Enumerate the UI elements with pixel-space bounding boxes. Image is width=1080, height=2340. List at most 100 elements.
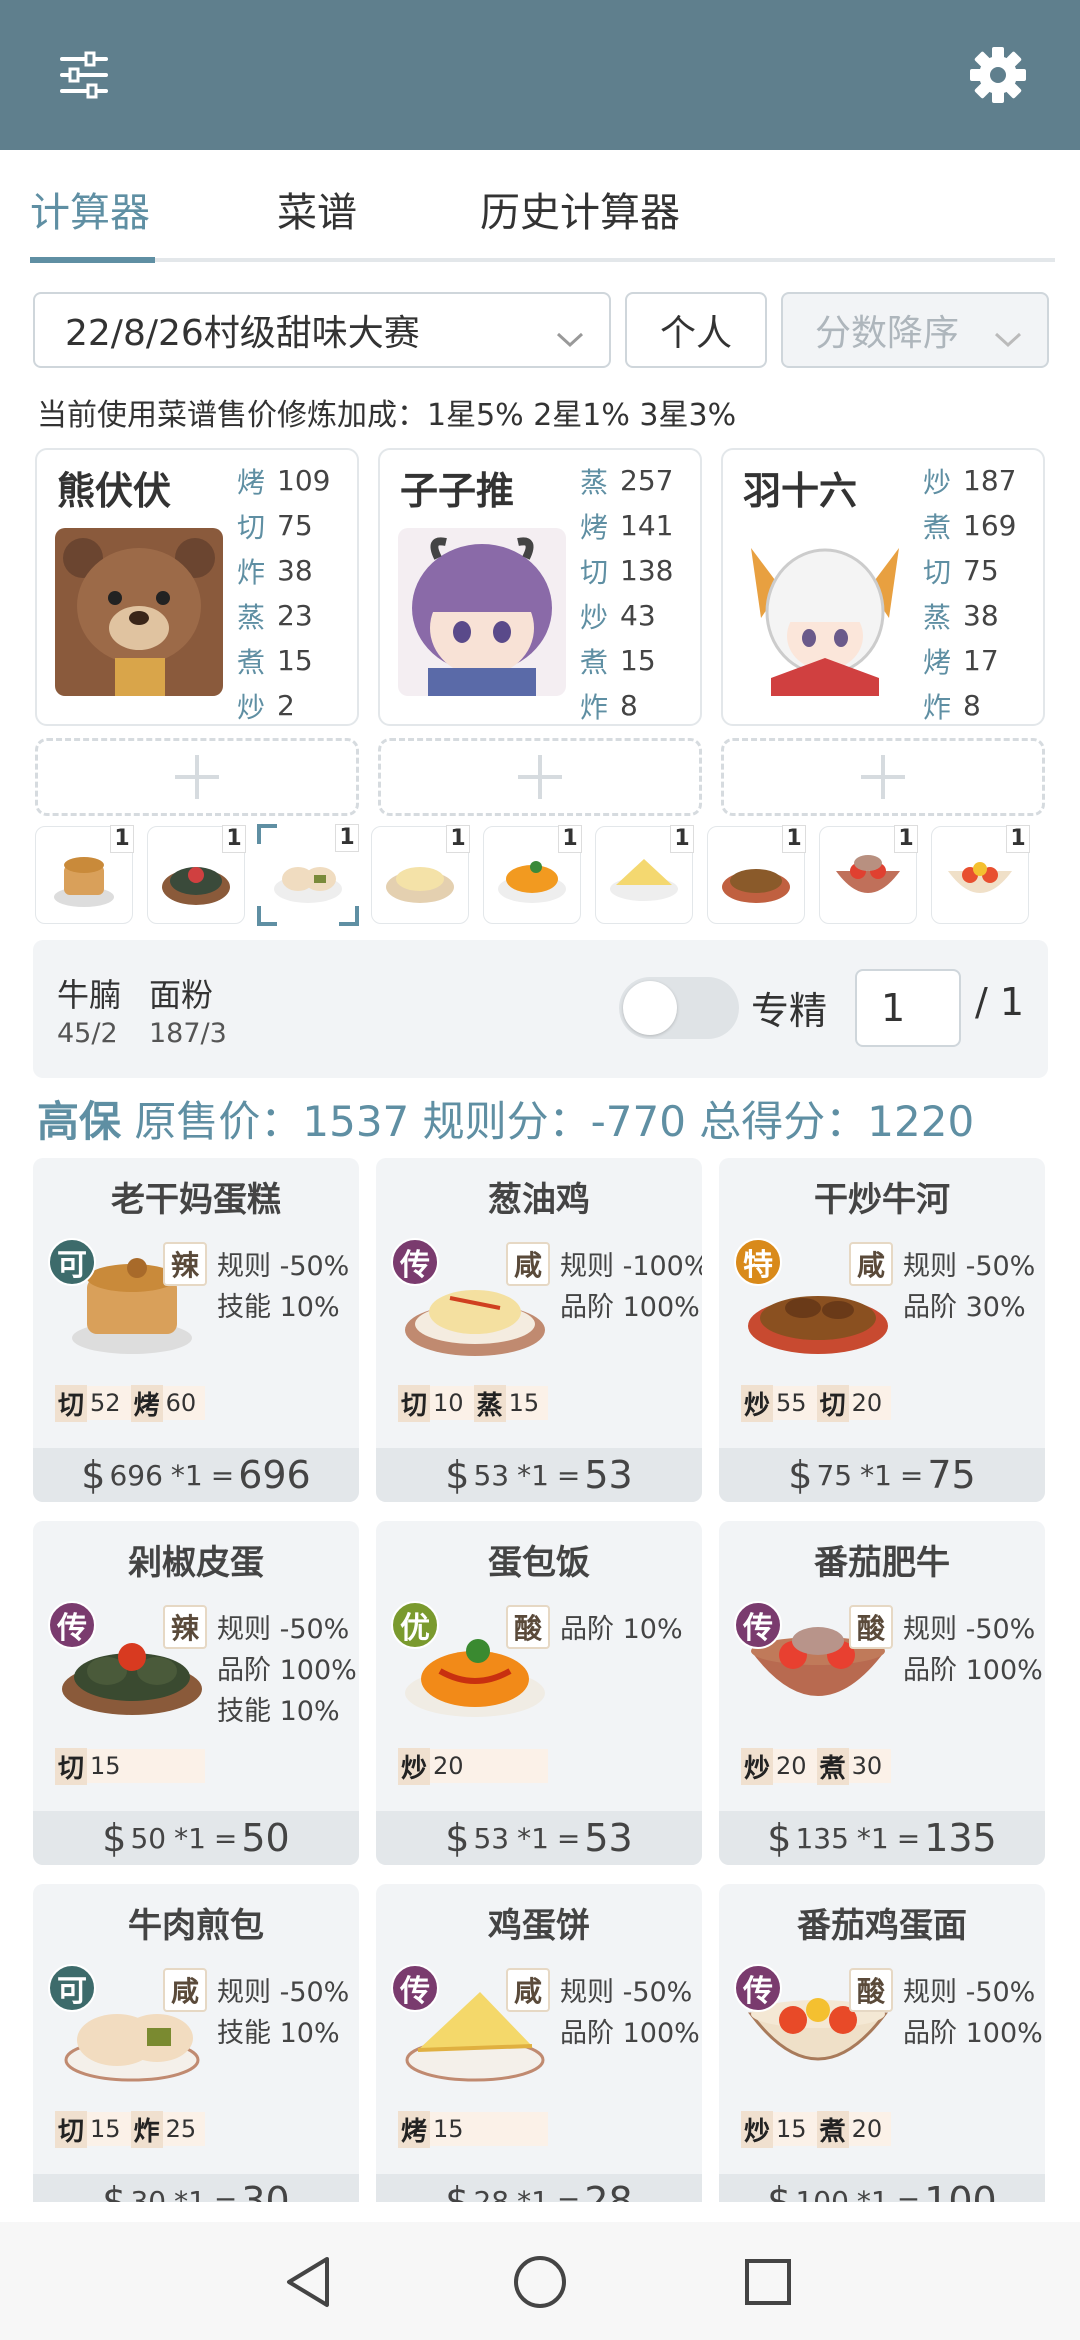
recipe-card[interactable]: 蛋包饭 优 酸 品阶 10% 炒 20 $ 53 *1 = 53: [376, 1521, 702, 1865]
score-text: 原售价：1537 规则分：-770 总得分：1220: [134, 1097, 975, 1146]
ingredient-value: 187/3: [149, 1018, 227, 1049]
skill-value: 17: [963, 644, 999, 677]
total-price: 50: [241, 1816, 290, 1860]
req-value: 52: [90, 1389, 121, 1417]
chef-avatar: [741, 528, 909, 696]
note-line: 技能 10%: [217, 2018, 340, 2049]
requirement: 烤 60: [130, 1384, 196, 1422]
dish-thumb[interactable]: 1: [819, 825, 918, 924]
chef-card[interactable]: 子子推 蒸 257 烤 141 切 138 炒 43 煮 15 炸8: [378, 448, 702, 726]
recipe-card[interactable]: 牛肉煎包 可 咸 规则 -50% 技能 10% 切 15 炸 25 $ 30 *1 …: [33, 1884, 359, 2202]
chef-card[interactable]: 熊伏伏 烤 109 切 75 炸 38 蒸 23 煮 15 炒2: [35, 448, 359, 726]
equals-sign: =: [210, 1458, 235, 1492]
contest-select[interactable]: 22/8/26村级甜味大赛: [33, 292, 611, 368]
dish-count: 1: [446, 825, 470, 853]
specialize-toggle[interactable]: [619, 977, 739, 1039]
sliders-icon[interactable]: [44, 35, 124, 115]
total-price: 100: [924, 2179, 997, 2202]
recipe-name: 番茄肥牛: [814, 1543, 950, 1583]
tab-recipes[interactable]: 菜谱: [277, 180, 357, 238]
skill-type: 煮: [237, 645, 266, 679]
chef-name: 熊伏伏: [57, 469, 172, 513]
flavor-tag: 咸: [163, 1968, 207, 2012]
tab-calculator[interactable]: 计算器: [30, 180, 150, 238]
flavor-tag: 酸: [849, 1968, 893, 2012]
skill-value: 8: [963, 689, 981, 722]
price-row: $ 75 *1 = 75: [719, 1448, 1045, 1502]
req-type: 炒: [398, 1747, 431, 1785]
note-line: 规则 -50%: [903, 1614, 1036, 1645]
quantity-input[interactable]: 1: [855, 969, 961, 1047]
skill-row: 炸 38: [237, 548, 357, 593]
home-icon[interactable]: [510, 2252, 570, 2312]
recents-icon[interactable]: [738, 2252, 798, 2312]
requirement: 炒 20: [398, 1747, 464, 1785]
mode-button[interactable]: 个人: [625, 292, 767, 368]
equals-sign: =: [899, 1458, 924, 1492]
skill-type: 切: [923, 555, 952, 589]
price-row: $ 135 *1 = 135: [719, 1811, 1045, 1865]
selection-corner: [257, 824, 277, 844]
unit-price: 28: [473, 2184, 510, 2203]
requirement: 煮 30: [816, 1747, 882, 1785]
skill-row: 烤 17: [923, 638, 1043, 683]
tab-history[interactable]: 历史计算器: [480, 180, 680, 238]
recipe-card[interactable]: 老干妈蛋糕 可 辣 规则 -50% 技能 10% 切 52 烤 60 $ 696 *…: [33, 1158, 359, 1502]
requirement: 切 15: [55, 1747, 121, 1785]
chef-name: 羽十六: [743, 469, 858, 513]
recipe-card[interactable]: 番茄鸡蛋面 传 酸 规则 -50% 品阶 100% 炒 15 煮 20 $ 100 …: [719, 1884, 1045, 2202]
flavor-tag: 咸: [849, 1242, 893, 1286]
dollar-sign: $: [102, 2179, 127, 2202]
req-value: 10: [433, 1389, 464, 1417]
dish-thumb[interactable]: 1: [147, 825, 246, 924]
skill-row: 炸8: [580, 683, 700, 728]
recipe-card[interactable]: 剁椒皮蛋 传 辣 规则 -50% 品阶 100% 技能 10% 切 15 $ 50…: [33, 1521, 359, 1865]
back-icon[interactable]: [278, 2252, 338, 2312]
dish-count: 1: [335, 824, 359, 852]
dish-thumb[interactable]: 1: [707, 825, 806, 924]
add-equipment-slot[interactable]: [35, 738, 359, 816]
dish-thumb[interactable]: 1: [483, 825, 582, 924]
recipe-name: 鸡蛋饼: [488, 1906, 590, 1946]
chef-avatar: [398, 528, 566, 696]
ingredient-panel: 牛腩 面粉 45/2 187/3 专精 1 / 1: [33, 940, 1048, 1078]
note-line: 规则 -50%: [217, 1977, 350, 2008]
skill-type: 蒸: [580, 465, 609, 499]
recipe-name: 剁椒皮蛋: [128, 1543, 264, 1583]
bonus-text: 当前使用菜谱售价修炼加成：1星5% 2星1% 3星3%: [37, 398, 737, 433]
recipe-card[interactable]: 干炒牛河 特 咸 规则 -50% 品阶 30% 炒 55 切 20 $ 75 *1 …: [719, 1158, 1045, 1502]
recipe-card[interactable]: 鸡蛋饼 传 咸 规则 -50% 品阶 100% 烤 15 $ 28 *1 = 28: [376, 1884, 702, 2202]
skill-row: 烤 109: [237, 458, 357, 503]
req-type: 炸: [130, 2110, 163, 2148]
recipe-card[interactable]: 番茄肥牛 传 酸 规则 -50% 品阶 100% 炒 20 煮 30 $ 135 *…: [719, 1521, 1045, 1865]
add-equipment-slot[interactable]: [721, 738, 1045, 816]
system-nav-bar: [0, 2222, 1080, 2340]
dish-count: 1: [110, 825, 134, 853]
plus-icon: [175, 755, 219, 799]
gear-icon[interactable]: [958, 35, 1038, 115]
chef-card[interactable]: 羽十六 炒 187 煮 169 切 75 蒸 38 烤 17 炸8: [721, 448, 1045, 726]
unit-price: 53: [473, 1458, 510, 1492]
req-value: 25: [165, 2115, 197, 2143]
dish-thumb[interactable]: 1: [35, 825, 134, 924]
dish-thumb[interactable]: 1: [595, 825, 694, 924]
multiplier: *1: [174, 2184, 206, 2203]
dish-thumb[interactable]: 1: [931, 825, 1030, 924]
skill-row: 煮 15: [580, 638, 700, 683]
req-type: 炒: [741, 1384, 774, 1422]
multiplier: *1: [170, 1458, 203, 1492]
skill-requirements: 炒 15 煮 20: [741, 2110, 891, 2148]
ingredient-names: 牛腩 面粉: [57, 970, 241, 1016]
skill-row: 蒸 23: [237, 593, 357, 638]
dish-thumb-selected[interactable]: 1: [257, 824, 359, 926]
req-type: 蒸: [473, 1384, 506, 1422]
price-row: $ 696 *1 = 696: [33, 1448, 359, 1502]
sort-select[interactable]: 分数降序: [781, 292, 1049, 368]
add-equipment-slot[interactable]: [378, 738, 702, 816]
req-value: 15: [433, 2115, 464, 2143]
recipe-card[interactable]: 葱油鸡 传 咸 规则 -100% 品阶 100% 切 10 蒸 15 $ 53 *1…: [376, 1158, 702, 1502]
note-line: 品阶 100%: [903, 2018, 1043, 2049]
chevron-down-icon: [555, 318, 585, 359]
skill-type: 炒: [580, 600, 609, 634]
dish-thumb[interactable]: 1: [371, 825, 470, 924]
